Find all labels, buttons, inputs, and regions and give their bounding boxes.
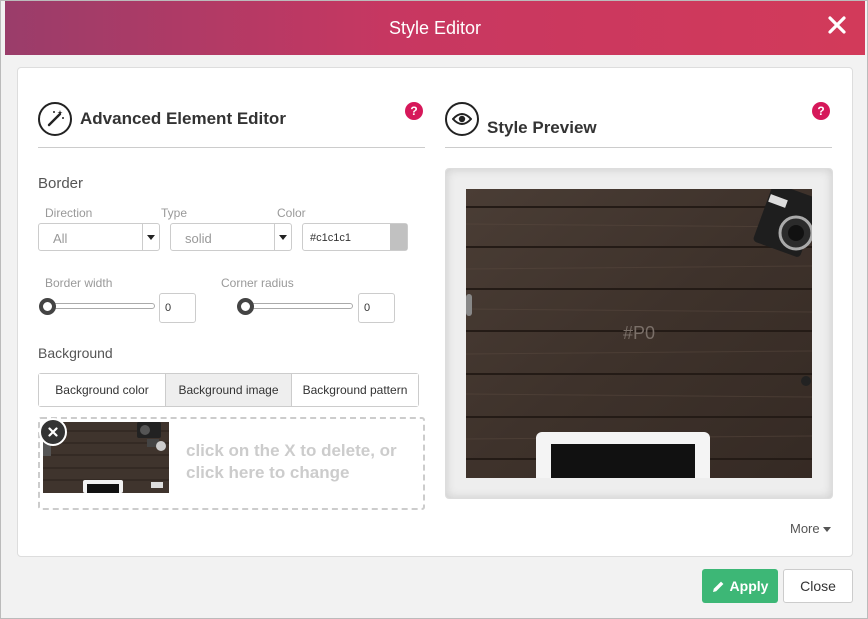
- border-width-label: Border width: [45, 276, 113, 290]
- pencil-icon: [712, 581, 723, 592]
- magic-wand-icon: [38, 102, 72, 136]
- eye-icon: [445, 102, 479, 136]
- chevron-down-icon: [142, 224, 159, 250]
- caret-down-icon: [823, 527, 832, 532]
- corner-radius-slider-handle[interactable]: [237, 298, 254, 315]
- corner-radius-label: Corner radius: [221, 276, 294, 290]
- editor-help-icon[interactable]: ?: [405, 102, 423, 120]
- more-label: More: [790, 521, 820, 536]
- preview-divider: [445, 147, 832, 148]
- close-icon: [48, 427, 58, 437]
- border-width-slider[interactable]: [46, 303, 155, 309]
- apply-button[interactable]: Apply: [702, 569, 778, 603]
- style-editor-dialog: Style Editor Advanced Element Editor ? B…: [0, 0, 868, 619]
- border-color-input[interactable]: #c1c1c1: [302, 223, 408, 251]
- preview-help-icon[interactable]: ?: [812, 102, 830, 120]
- border-section-label: Border: [38, 175, 84, 192]
- border-width-input[interactable]: 0: [159, 293, 196, 323]
- preview-header: Style Preview: [445, 100, 597, 138]
- type-select[interactable]: solid: [170, 223, 292, 251]
- direction-label: Direction: [45, 206, 93, 220]
- corner-radius-slider[interactable]: [244, 303, 353, 309]
- apply-label: Apply: [729, 578, 769, 594]
- editor-divider: [38, 147, 425, 148]
- preview-element: #P0: [466, 189, 812, 478]
- preview-frame: #P0: [445, 168, 833, 499]
- dialog-titlebar: Style Editor: [5, 1, 865, 55]
- direction-select[interactable]: All: [38, 223, 160, 251]
- preview-title: Style Preview: [487, 118, 597, 137]
- tab-background-color[interactable]: Background color: [39, 374, 166, 406]
- editor-title: Advanced Element Editor: [80, 109, 286, 128]
- more-dropdown[interactable]: More: [790, 521, 832, 536]
- delete-image-button[interactable]: [39, 418, 67, 446]
- editor-header: Advanced Element Editor: [38, 102, 286, 136]
- color-swatch[interactable]: [390, 224, 407, 250]
- type-label: Type: [161, 206, 188, 220]
- close-button[interactable]: Close: [783, 569, 853, 603]
- background-image-dropzone[interactable]: click on the X to delete, or click here …: [38, 417, 425, 510]
- color-label: Color: [277, 206, 306, 220]
- border-color-value: #c1c1c1: [310, 232, 351, 244]
- dropzone-instructions: click on the X to delete, or click here …: [186, 441, 397, 482]
- direction-value: All: [53, 231, 68, 246]
- type-value: solid: [185, 231, 212, 246]
- dialog-title: Style Editor: [388, 18, 482, 38]
- chevron-down-icon: [274, 224, 291, 250]
- corner-radius-input[interactable]: 0: [358, 293, 395, 323]
- border-width-slider-handle[interactable]: [39, 298, 56, 315]
- tab-background-image[interactable]: Background image: [166, 374, 292, 406]
- tab-background-pattern[interactable]: Background pattern: [292, 374, 418, 406]
- background-section-label: Background: [38, 345, 113, 361]
- background-tabs: Background color Background image Backgr…: [38, 373, 419, 407]
- close-icon[interactable]: [827, 15, 847, 35]
- preview-element-label: #P0: [622, 323, 656, 343]
